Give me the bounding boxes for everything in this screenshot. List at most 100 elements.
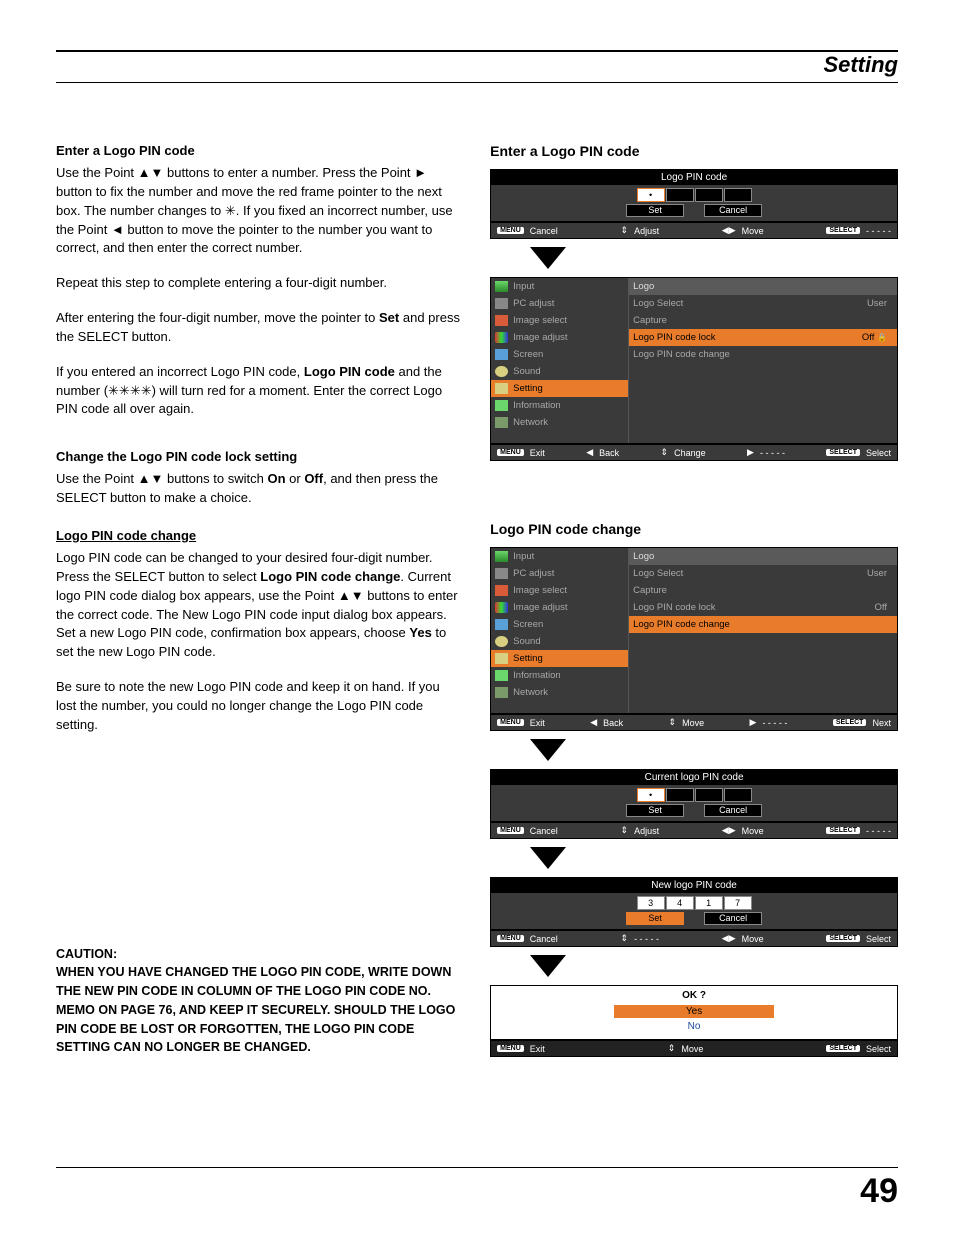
set-button[interactable]: Set (626, 804, 684, 817)
pin-digit[interactable]: 4 (666, 896, 694, 910)
section-change-pin-p1: Logo PIN code can be changed to your des… (56, 549, 460, 662)
pin-digit[interactable]: 1 (695, 896, 723, 910)
updown-icon: ▲▼ (138, 165, 164, 180)
submenu-item[interactable]: Logo SelectUser (629, 295, 897, 312)
caution-block: CAUTION: WHEN YOU HAVE CHANGED THE LOGO … (56, 945, 460, 1058)
section-enter-pin-p2: Repeat this step to complete entering a … (56, 274, 460, 293)
confirm-yes[interactable]: Yes (614, 1005, 774, 1018)
submenu-header: Logo (629, 548, 897, 565)
pin-entry-box: Logo PIN code • Set Cancel (490, 169, 898, 222)
menu-icon (495, 687, 508, 698)
osd-menu-b: InputPC adjustImage selectImage adjustSc… (490, 547, 898, 714)
menu-icon (495, 670, 508, 681)
menu-item[interactable]: Screen (491, 616, 628, 633)
pin-digit[interactable] (724, 188, 752, 202)
menu-icon (495, 551, 508, 562)
menu-icon (495, 332, 508, 343)
menu-item[interactable]: Network (491, 414, 628, 431)
menu-icon (495, 349, 508, 360)
section-enter-pin-p3: After entering the four-digit number, mo… (56, 309, 460, 347)
page-number: 49 (56, 1172, 898, 1211)
cancel-button[interactable]: Cancel (704, 204, 762, 217)
hint-bar: MENUCancel ⇕ - - - - - ◀▶ Move SELECTSel… (490, 930, 898, 947)
star-icon: ✳ (225, 203, 236, 218)
pin-digit[interactable]: 7 (724, 896, 752, 910)
menu-item[interactable]: Image select (491, 312, 628, 329)
pin-digit[interactable]: 3 (637, 896, 665, 910)
menu-item[interactable]: Network (491, 684, 628, 701)
left-icon: ◄ (111, 222, 124, 237)
right-icon: ► (414, 165, 427, 180)
section-enter-pin-p1: Use the Point ▲▼ buttons to enter a numb… (56, 164, 460, 258)
submenu-item[interactable]: Logo SelectUser (629, 565, 897, 582)
pin-digit[interactable]: • (637, 788, 665, 802)
submenu-item[interactable]: Logo PIN code lockOff (629, 599, 897, 616)
menu-item[interactable]: Setting▸ (491, 650, 628, 667)
left-column: Enter a Logo PIN code Use the Point ▲▼ b… (56, 143, 460, 1057)
pin-digit[interactable] (695, 788, 723, 802)
submenu-header: Logo (629, 278, 897, 295)
menu-icon (495, 619, 508, 630)
pin-digit[interactable]: • (637, 188, 665, 202)
cancel-button[interactable]: Cancel (704, 912, 762, 925)
hint-bar: MENUExit ⇕ Move SELECTSelect (490, 1040, 898, 1057)
submenu-item[interactable]: Logo PIN code change (629, 616, 897, 633)
pin-digit[interactable] (666, 788, 694, 802)
menu-item[interactable]: Sound (491, 633, 628, 650)
set-button[interactable]: Set (626, 912, 684, 925)
shot1-title: Enter a Logo PIN code (490, 143, 898, 159)
section-change-lock-title: Change the Logo PIN code lock setting (56, 449, 460, 464)
menu-icon (495, 568, 508, 579)
arrow-down-icon (530, 955, 566, 977)
pin-entry-title: Logo PIN code (491, 170, 897, 185)
menu-item[interactable]: Setting▸ (491, 380, 628, 397)
menu-item[interactable]: Information (491, 397, 628, 414)
section-enter-pin-title: Enter a Logo PIN code (56, 143, 460, 158)
confirm-no[interactable]: No (614, 1020, 774, 1033)
menu-item[interactable]: PC adjust (491, 565, 628, 582)
pin-digit[interactable] (724, 788, 752, 802)
current-pin-box: Current logo PIN code • Set Cancel (490, 769, 898, 822)
confirm-box: OK ? Yes No (490, 985, 898, 1040)
new-pin-box: New logo PIN code 3417 Set Cancel (490, 877, 898, 930)
arrow-down-icon (530, 847, 566, 869)
submenu-item[interactable]: Logo PIN code change (629, 346, 897, 363)
hint-bar: MENUCancel ⇕ Adjust ◀▶ Move SELECT- - - … (490, 822, 898, 839)
cancel-button[interactable]: Cancel (704, 804, 762, 817)
menu-icon (495, 383, 508, 394)
menu-item[interactable]: PC adjust (491, 295, 628, 312)
menu-icon (495, 653, 508, 664)
submenu-item[interactable]: Capture (629, 312, 897, 329)
hint-bar: MENUExit ◀Back ⇕ Move ▶- - - - - SELECTN… (490, 714, 898, 731)
section-change-pin-p2: Be sure to note the new Logo PIN code an… (56, 678, 460, 735)
right-column: Enter a Logo PIN code Logo PIN code • Se… (490, 143, 898, 1057)
menu-icon (495, 602, 508, 613)
menu-icon (495, 298, 508, 309)
menu-item[interactable]: Sound (491, 363, 628, 380)
menu-icon (495, 417, 508, 428)
submenu-item[interactable]: Logo PIN code lockOff (629, 329, 897, 346)
menu-icon (495, 366, 508, 377)
menu-item[interactable]: Image adjust (491, 599, 628, 616)
pin-digit[interactable] (666, 188, 694, 202)
menu-item[interactable]: Image adjust (491, 329, 628, 346)
section-enter-pin-p4: If you entered an incorrect Logo PIN cod… (56, 363, 460, 420)
menu-icon (495, 315, 508, 326)
menu-icon (495, 400, 508, 411)
pin-digit[interactable] (695, 188, 723, 202)
osd-menu-a: InputPC adjustImage selectImage adjustSc… (490, 277, 898, 444)
menu-item[interactable]: Input (491, 278, 628, 295)
menu-item[interactable]: Screen (491, 346, 628, 363)
menu-item[interactable]: Input (491, 548, 628, 565)
confirm-title: OK ? (491, 986, 897, 1005)
set-button[interactable]: Set (626, 204, 684, 217)
page-header: Setting (56, 52, 898, 83)
new-pin-title: New logo PIN code (491, 878, 897, 893)
section-change-pin-title: Logo PIN code change (56, 528, 460, 543)
submenu-item[interactable]: Capture (629, 582, 897, 599)
menu-item[interactable]: Image select (491, 582, 628, 599)
menu-item[interactable]: Information (491, 667, 628, 684)
arrow-down-icon (530, 739, 566, 761)
shot2-title: Logo PIN code change (490, 521, 898, 537)
menu-icon (495, 281, 508, 292)
